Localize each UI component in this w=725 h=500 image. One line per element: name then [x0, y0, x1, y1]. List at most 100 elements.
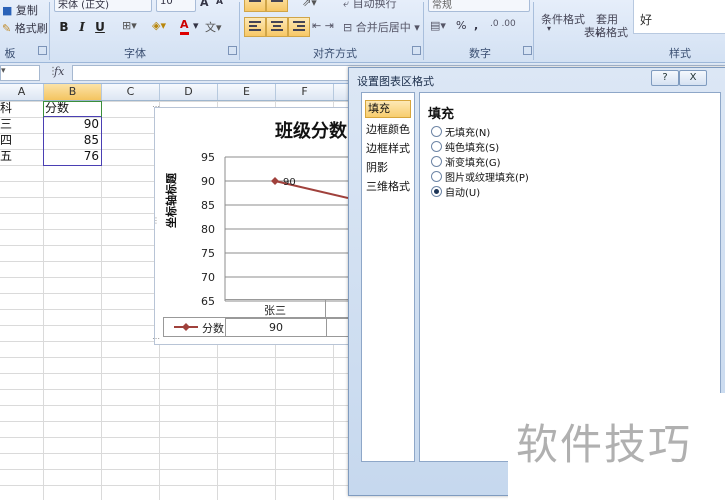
radio-icon[interactable] [431, 126, 442, 137]
align-right-button[interactable] [288, 17, 310, 37]
legend-marker-icon [174, 323, 198, 331]
chevron-down-icon: ▾ [547, 24, 552, 33]
font-color-button[interactable]: A [180, 18, 189, 35]
nav-item-label: 三维格式 [366, 180, 410, 193]
column-header[interactable]: C [102, 84, 160, 100]
y-tick-label: 80 [201, 223, 215, 236]
percent-button[interactable]: % [456, 19, 466, 32]
divider [533, 2, 534, 60]
format-painter-button[interactable]: ✎ 格式刷 [2, 20, 48, 36]
data-table-value: 90 [269, 321, 283, 334]
dialog-nav: 填充 边框颜色 边框样式 阴影 三维格式 [361, 92, 415, 462]
number-format-select[interactable]: 常规 [428, 0, 530, 12]
series-name-highlight [43, 101, 102, 117]
nav-item-3d-format[interactable]: 三维格式 [366, 179, 410, 195]
insert-function-button[interactable]: fx [54, 65, 64, 78]
alignment-launcher-icon[interactable] [412, 46, 421, 55]
divider [49, 2, 50, 60]
option-picture-fill[interactable]: 图片或纹理填充(P) [426, 168, 626, 184]
radio-selected-icon[interactable] [431, 186, 442, 197]
number-group-label: 数字 [469, 47, 491, 60]
option-label: 纯色填充(S) [445, 143, 500, 154]
nav-item-label: 边框颜色 [366, 123, 410, 136]
font-launcher-icon[interactable] [228, 46, 237, 55]
good-style-label[interactable]: 好 [640, 11, 652, 28]
option-label: 自动(U) [445, 188, 481, 199]
clipboard-group-label: 板 [4, 47, 16, 60]
font-size-select[interactable]: 10 [156, 0, 196, 12]
divider [239, 2, 240, 60]
grow-font-button[interactable]: A [200, 0, 209, 9]
orientation-icon[interactable]: ⇗▾ [302, 0, 317, 9]
styles-group-label: 样式 [669, 47, 691, 60]
alignment-group-label: 对齐方式 [313, 47, 357, 60]
section-title: 填充 [428, 107, 455, 122]
align-center-button[interactable] [266, 17, 288, 37]
close-button[interactable]: X [679, 70, 707, 86]
option-no-fill[interactable]: 无填充(N) [426, 123, 626, 139]
borders-icon[interactable]: ⊞▾ [122, 19, 137, 32]
option-automatic[interactable]: 自动(U) [426, 183, 626, 199]
option-solid-fill[interactable]: 纯色填充(S) [426, 138, 626, 154]
watermark-text: 软件技巧 [516, 420, 693, 469]
align-left-button[interactable] [244, 17, 266, 37]
help-button[interactable]: ? [651, 70, 679, 86]
option-label: 图片或纹理填充(P) [445, 173, 529, 184]
column-header[interactable]: E [218, 84, 276, 100]
chart-area[interactable]: ⋯ ⋮ ⋯ 班级分数 坐标轴标题 95 90 85 80 75 70 65 90 张三 分数 … [152, 102, 349, 345]
radio-icon[interactable] [431, 141, 442, 152]
phonetic-icon[interactable]: 文▾ [205, 19, 222, 35]
radio-icon[interactable] [431, 156, 442, 167]
shrink-font-button[interactable]: A [216, 0, 223, 7]
middle-align-button[interactable] [266, 0, 288, 12]
divider [325, 300, 326, 318]
column-header[interactable]: A [0, 84, 44, 100]
name-box[interactable]: ▾ [0, 65, 40, 81]
data-table-header: 张三 [264, 304, 286, 317]
chevron-down-icon[interactable]: ▾ [193, 19, 199, 32]
nav-item-border-style[interactable]: 边框样式 [366, 141, 410, 157]
column-header[interactable]: F [276, 84, 334, 100]
top-align-button[interactable] [244, 0, 266, 12]
number-launcher-icon[interactable] [523, 46, 532, 55]
clipboard-launcher-icon[interactable] [38, 46, 47, 55]
cell-a1[interactable]: 科 [0, 101, 12, 116]
merge-center-button[interactable]: ⊟ 合并后居中 ▾ [343, 19, 420, 35]
fill-color-icon[interactable]: ◈▾ [152, 19, 166, 32]
option-label: 渐变填充(G) [445, 158, 501, 169]
decimal-increase-icon[interactable]: .0 .00 [490, 19, 516, 29]
radio-icon[interactable] [431, 171, 442, 182]
column-header[interactable]: B [44, 84, 102, 100]
nav-item-fill[interactable]: 填充 [365, 100, 411, 118]
column-header[interactable]: D [160, 84, 218, 100]
chevron-down-icon: ▾ [596, 30, 601, 39]
cell-a3[interactable]: 四 [0, 133, 12, 148]
indent-icon[interactable]: ⇤ ⇥ [312, 19, 334, 32]
copy-button[interactable]: ■ 复制 [2, 2, 38, 18]
watermark: 软件技巧 [508, 393, 725, 500]
chevron-down-icon[interactable]: ▾ [1, 66, 6, 76]
divider [423, 2, 424, 60]
data-table-row: 分数 90 [163, 317, 349, 337]
cell-a2[interactable]: 三 [0, 117, 12, 132]
cell-style-gallery[interactable]: 好 [633, 0, 725, 34]
bold-button[interactable]: B [55, 18, 73, 36]
y-tick-label: 90 [201, 175, 215, 188]
nav-item-label: 阴影 [366, 161, 388, 174]
data-label: 90 [283, 177, 296, 188]
underline-button[interactable]: U [91, 18, 109, 36]
font-name-select[interactable]: 宋体 (正文) [54, 0, 152, 12]
nav-item-shadow[interactable]: 阴影 [366, 160, 410, 176]
ribbon: ■ 复制 ✎ 格式刷 板 宋体 (正文) 10 A A B I U ⊞▾ ◈▾ … [0, 0, 725, 63]
currency-icon[interactable]: ▤▾ [430, 19, 446, 32]
cell-a4[interactable]: 五 [0, 149, 12, 164]
comma-button[interactable]: , [474, 19, 478, 32]
data-point [271, 177, 279, 185]
option-gradient-fill[interactable]: 渐变填充(G) [426, 153, 626, 169]
wrap-text-button[interactable]: ⤶ 自动换行 [343, 0, 397, 11]
legend-series-label: 分数 [202, 322, 224, 335]
italic-button[interactable]: I [73, 18, 91, 36]
nav-item-border-color[interactable]: 边框颜色 [366, 122, 410, 138]
y-tick-label: 75 [201, 247, 215, 260]
y-tick-label: 65 [201, 295, 215, 308]
